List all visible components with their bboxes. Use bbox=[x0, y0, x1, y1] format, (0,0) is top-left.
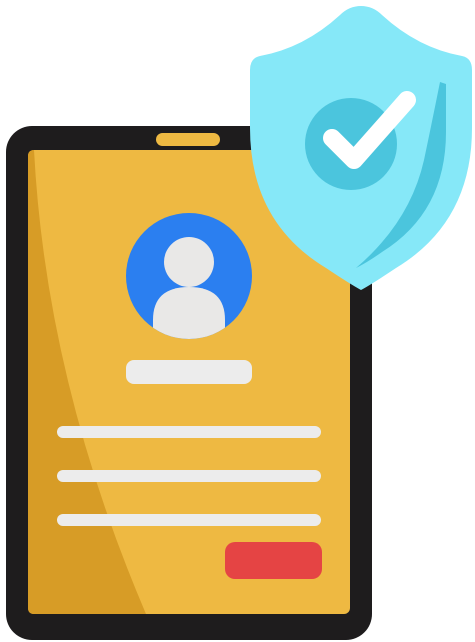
text-line bbox=[57, 470, 321, 482]
text-line bbox=[57, 426, 321, 438]
avatar-head bbox=[164, 237, 214, 287]
user-avatar-icon bbox=[126, 213, 252, 339]
security-illustration bbox=[0, 0, 475, 642]
text-line bbox=[57, 514, 321, 526]
illustration-canvas bbox=[6, 6, 472, 640]
check-circle bbox=[305, 98, 397, 190]
name-placeholder-bar bbox=[126, 360, 252, 384]
avatar-body bbox=[153, 287, 225, 339]
camera-slot bbox=[156, 133, 220, 146]
action-button bbox=[225, 542, 322, 579]
